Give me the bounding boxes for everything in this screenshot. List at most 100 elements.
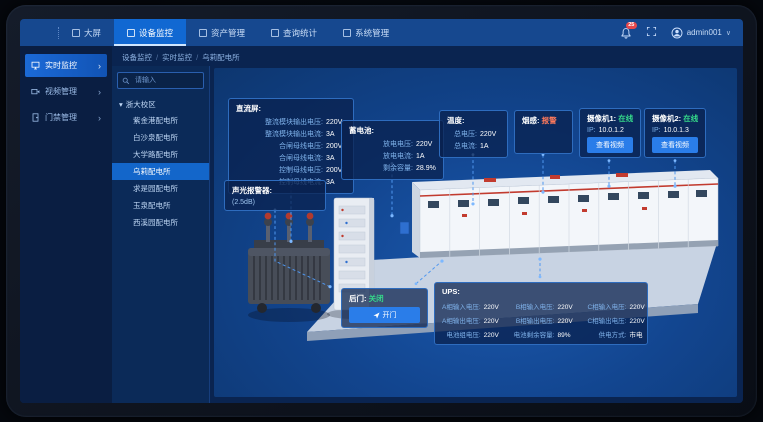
camera1-card: 摄像机1: 在线 IP:10.0.1.2 查看视频: [579, 108, 641, 158]
tree-root-campus[interactable]: ▾ 浙大校区: [117, 97, 204, 112]
screen-bezel: 大屏 设备监控 资产管理 查询统计 系统管理: [6, 5, 757, 417]
field-label: IP:: [652, 127, 661, 134]
field-label: 摄像机1:: [587, 114, 616, 123]
field-label: 整流模块输出电压:: [236, 117, 323, 127]
tab-query-statistics[interactable]: 查询统计: [258, 19, 330, 46]
device-mockup: 大屏 设备监控 资产管理 查询统计 系统管理: [0, 0, 763, 422]
breadcrumb-item[interactable]: 乌莉配电所: [202, 52, 240, 63]
field-label: C相输出电压:: [587, 315, 626, 325]
tree-item-station[interactable]: 求是园配电所: [117, 180, 204, 197]
sidebar: 实时监控 › 视频管理 › 门禁管理 ›: [20, 46, 112, 403]
view-video-button[interactable]: 查看视频: [652, 137, 698, 153]
field-value: 220V: [557, 318, 577, 325]
field-value: 89%: [557, 332, 577, 339]
data-row: C相输出电压:220V: [587, 315, 649, 325]
field-label: 放电电流:: [349, 151, 413, 161]
field-value: 220V: [484, 318, 504, 325]
chevron-down-icon: ∨: [726, 29, 731, 37]
data-row: 供电方式:市电: [587, 329, 649, 339]
wall-sensor-box: [400, 222, 409, 234]
tab-label: 资产管理: [211, 27, 245, 39]
chevron-right-icon: ›: [98, 87, 101, 97]
tree-item-station[interactable]: 白沙泉配电所: [117, 129, 204, 146]
sidebar-item-access-control[interactable]: 门禁管理 ›: [25, 106, 107, 129]
tree-item-station[interactable]: 玉泉配电所: [117, 197, 204, 214]
field-label: B相输入电压:: [514, 301, 555, 311]
video-icon: [31, 87, 40, 96]
field-label: 放电电压:: [349, 139, 413, 149]
field-label: 合闸母线电压:: [236, 141, 323, 151]
switchgear-row: [412, 170, 718, 258]
topbar-actions: 25 admin001 ∨: [620, 19, 743, 46]
send-icon: [373, 312, 380, 319]
search-icon: [122, 77, 130, 85]
card-title: 蓄电池:: [349, 125, 436, 136]
field-value: 220V: [557, 304, 577, 311]
chevron-right-icon: ›: [98, 113, 101, 123]
station-3d-viewport[interactable]: 直流屏: 整流模块输出电压:220V 整流模块输出电流:3A 合闸母线电压:20…: [214, 68, 737, 397]
sound-light-alarm-card: 声光报警器: (2.5dB): [224, 180, 326, 211]
tab-system-management[interactable]: 系统管理: [330, 19, 402, 46]
breadcrumb-separator: /: [156, 53, 158, 62]
notifications-button[interactable]: 25: [620, 27, 632, 39]
breadcrumb: 设备监控 / 实时监控 / 乌莉配电所: [112, 46, 743, 66]
data-row: 放电电压:220V: [349, 139, 436, 149]
field-value: 市电: [629, 329, 649, 339]
field-label: 总电压:: [447, 129, 477, 139]
card-title: 摄像机1: 在线: [587, 113, 633, 124]
sidebar-item-label: 视频管理: [45, 86, 77, 97]
breadcrumb-item[interactable]: 设备监控: [122, 52, 152, 63]
data-row: IP:10.0.1.2: [587, 127, 633, 134]
open-door-button[interactable]: 开门: [349, 307, 420, 323]
smoke-sensor-card: 烟感: 报警: [514, 110, 573, 154]
sidebar-item-realtime-monitoring[interactable]: 实时监控 ›: [25, 54, 107, 77]
back-door-card: 后门: 关闭 开门: [341, 288, 428, 328]
sidebar-item-video-management[interactable]: 视频管理 ›: [25, 80, 107, 103]
tree-item-station[interactable]: 大学路配电所: [117, 146, 204, 163]
search-input[interactable]: [133, 76, 199, 85]
field-value: 220V: [484, 304, 504, 311]
field-value: 220V: [629, 318, 649, 325]
card-title: 烟感: 报警: [522, 115, 565, 126]
data-row: 总电流:1A: [447, 141, 500, 151]
data-row: 剩余容量:28.9%: [349, 163, 436, 173]
field-value: 220V: [480, 131, 500, 138]
card-title: 直流屏:: [236, 103, 346, 114]
field-value: 3A: [326, 179, 346, 186]
user-menu[interactable]: admin001 ∨: [671, 27, 731, 39]
avatar: [671, 27, 683, 39]
gear-icon: [343, 29, 351, 37]
field-value: 10.0.1.3: [664, 127, 689, 134]
data-row: 整流模块输出电流:3A: [236, 129, 346, 139]
field-label: 摄像机2:: [652, 114, 681, 123]
battery-card: 蓄电池: 放电电压:220V 放电电流:1A 剩余容量:28.9%: [341, 120, 444, 180]
breadcrumb-item[interactable]: 实时监控: [162, 52, 192, 63]
data-row: IP:10.0.1.3: [652, 127, 698, 134]
tab-label: 设备监控: [139, 27, 173, 39]
field-label: 电池组电压:: [442, 329, 481, 339]
field-label: B相输出电压:: [514, 315, 555, 325]
card-title: UPS:: [442, 287, 640, 296]
field-label: 剩余容量:: [349, 163, 413, 173]
data-row: 电池组电压:220V: [442, 329, 504, 339]
username: admin001: [687, 28, 722, 37]
tree-item-station-selected[interactable]: 乌莉配电所: [112, 163, 209, 180]
big-screen-icon: [72, 29, 80, 37]
tree-item-station[interactable]: 紫金港配电所: [117, 112, 204, 129]
field-label: 控制母线电压:: [236, 165, 323, 175]
data-row: 放电电流:1A: [349, 151, 436, 161]
chevron-right-icon: ›: [98, 61, 101, 71]
tab-big-screen[interactable]: 大屏: [59, 19, 114, 46]
data-row: 控制母线电压:200V: [236, 165, 346, 175]
fullscreen-button[interactable]: [646, 26, 657, 39]
tab-device-monitoring[interactable]: 设备监控: [114, 19, 186, 46]
ups-card: UPS: A相输入电压:220V B相输入电压:220V C相输入电压:220V…: [434, 282, 648, 345]
view-video-button[interactable]: 查看视频: [587, 137, 633, 153]
field-value: 220V: [629, 304, 649, 311]
ups-grid: A相输入电压:220V B相输入电压:220V C相输入电压:220V A相输出…: [442, 299, 640, 340]
tree-item-station[interactable]: 西溪园配电所: [117, 214, 204, 231]
tab-asset-management[interactable]: 资产管理: [186, 19, 258, 46]
data-row: B相输出电压:220V: [514, 315, 578, 325]
field-value: 10.0.1.2: [599, 127, 624, 134]
field-value: 28.9%: [416, 165, 436, 172]
